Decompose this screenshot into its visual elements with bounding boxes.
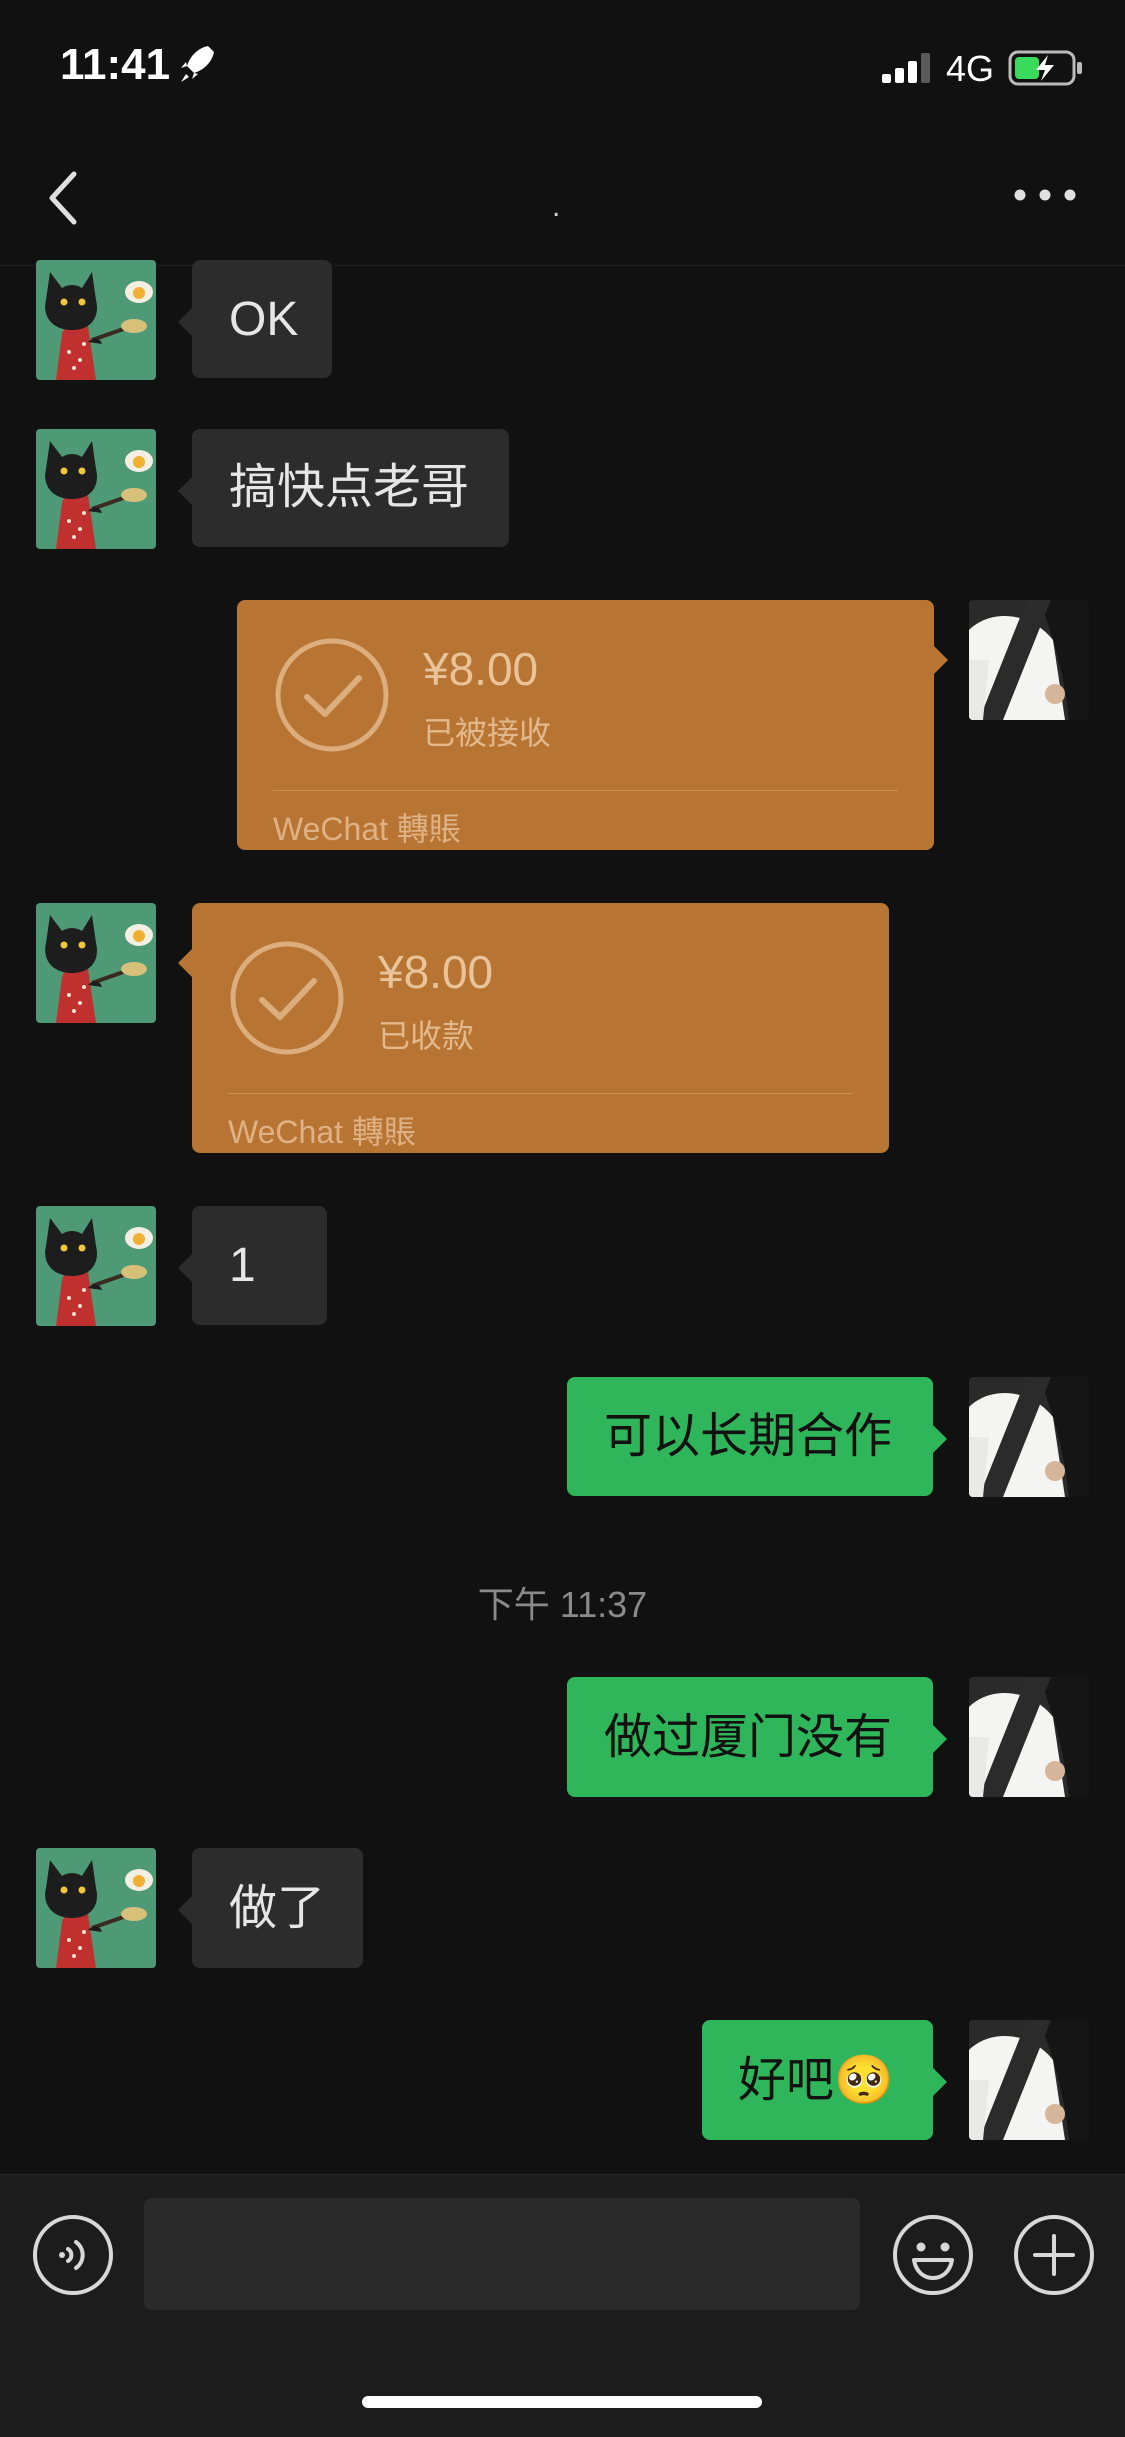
transfer-amount: ¥8.00 xyxy=(378,946,494,998)
voice-button[interactable] xyxy=(32,2214,114,2301)
transfer-card-received[interactable]: ¥8.00 已收款 WeChat 轉賬 xyxy=(178,903,889,1153)
battery-charging-icon xyxy=(1008,50,1084,91)
contact-avatar[interactable] xyxy=(36,260,156,380)
incoming-message[interactable]: 搞快点老哥 xyxy=(178,429,509,547)
card-divider xyxy=(228,1093,853,1094)
transfer-brand: WeChat 轉賬 xyxy=(228,1114,416,1150)
contact-avatar[interactable] xyxy=(36,429,156,549)
check-circle-icon xyxy=(230,941,344,1055)
contact-avatar[interactable] xyxy=(36,1206,156,1326)
more-icon xyxy=(1014,189,1076,201)
card-divider xyxy=(273,790,898,791)
my-avatar[interactable] xyxy=(969,2020,1089,2140)
outgoing-message[interactable]: 可以长期合作 xyxy=(567,1377,947,1496)
message-text: 好吧🥺 xyxy=(738,2054,894,2107)
transfer-status: 已收款 xyxy=(378,1018,475,1054)
message-input[interactable] xyxy=(144,2198,860,2310)
voice-icon xyxy=(33,2215,113,2295)
check-circle-icon xyxy=(275,638,389,752)
message-text: OK xyxy=(229,293,299,346)
back-button[interactable] xyxy=(40,168,90,228)
transfer-brand: WeChat 轉賬 xyxy=(273,811,461,847)
rocket-icon xyxy=(178,42,216,91)
incoming-message[interactable]: 做了 xyxy=(178,1848,363,1968)
message-text: 做过厦门没有 xyxy=(604,1711,893,1764)
emoji-icon xyxy=(893,2215,973,2295)
outgoing-message[interactable]: 好吧🥺 xyxy=(702,2020,947,2140)
chat-timestamp: 下午 11:37 xyxy=(477,1584,648,1625)
my-avatar[interactable] xyxy=(969,1377,1089,1497)
network-label: 4G xyxy=(946,48,995,89)
message-text: 1 xyxy=(229,1239,256,1292)
home-indicator[interactable] xyxy=(362,2396,762,2408)
outgoing-message[interactable]: 做过厦门没有 xyxy=(567,1677,947,1797)
emoji-button[interactable] xyxy=(892,2214,974,2301)
message-text: 做了 xyxy=(229,1882,326,1935)
my-avatar[interactable] xyxy=(969,600,1089,720)
transfer-amount: ¥8.00 xyxy=(423,643,539,695)
more-button[interactable] xyxy=(1010,180,1080,210)
message-text: 搞快点老哥 xyxy=(229,461,470,514)
incoming-message[interactable]: OK xyxy=(178,260,332,378)
contact-avatar[interactable] xyxy=(36,903,156,1023)
transfer-card-sent[interactable]: ¥8.00 已被接收 WeChat 轉賬 xyxy=(237,600,948,850)
incoming-message[interactable]: 1 xyxy=(178,1206,327,1325)
message-text: 可以长期合作 xyxy=(604,1410,893,1463)
contact-avatar[interactable] xyxy=(36,1848,156,1968)
transfer-status: 已被接收 xyxy=(423,715,552,751)
plus-button[interactable] xyxy=(1013,2214,1095,2301)
back-arrow-icon xyxy=(49,171,77,225)
plus-icon xyxy=(1014,2215,1094,2295)
status-time: 11:41 xyxy=(60,40,171,89)
signal-icon xyxy=(880,52,936,89)
chat-title: . xyxy=(552,190,561,223)
my-avatar[interactable] xyxy=(969,1677,1089,1797)
